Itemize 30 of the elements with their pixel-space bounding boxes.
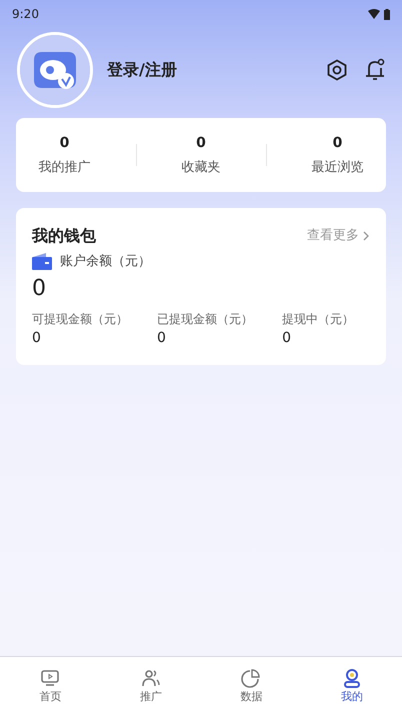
stat-value: 0 <box>332 134 342 153</box>
stat-value: 0 <box>196 134 206 153</box>
chevron-right-icon <box>363 231 370 241</box>
battery-icon <box>384 8 390 20</box>
login-register-link[interactable]: 登录/注册 <box>107 58 177 82</box>
tab-item[interactable]: 首页 <box>20 657 80 716</box>
amount-label: 已提现金额（元） <box>157 310 254 328</box>
stat-label[interactable]: 我的推广 <box>38 158 90 178</box>
stat-value: 0 <box>60 134 70 153</box>
people-icon <box>140 667 162 689</box>
tab-item[interactable]: 数据 <box>221 657 282 716</box>
pie-chart-icon <box>240 667 262 689</box>
wallet-icon <box>32 253 52 270</box>
settings-icon[interactable] <box>326 59 348 81</box>
status-time: 9:20 <box>12 6 39 23</box>
amount-value: 0 <box>157 328 167 348</box>
balance-value: 0 <box>32 276 47 302</box>
amount-label: 可提现金额（元） <box>32 310 129 328</box>
bell-icon[interactable] <box>364 58 386 82</box>
amount-value: 0 <box>282 328 292 348</box>
tab-item[interactable]: 我的 <box>322 657 382 716</box>
wallet-title: 我的钱包 <box>32 225 96 247</box>
monitor-icon <box>39 667 62 689</box>
wifi-icon <box>368 9 380 19</box>
stat-label[interactable]: 收藏夹 <box>182 158 220 178</box>
stat-label[interactable]: 最近浏览 <box>312 158 364 178</box>
amount-label: 提现中（元） <box>282 310 356 328</box>
balance-label: 账户余额（元） <box>60 253 151 271</box>
tab-item[interactable]: 推广 <box>120 657 181 716</box>
amount-value: 0 <box>32 328 42 348</box>
